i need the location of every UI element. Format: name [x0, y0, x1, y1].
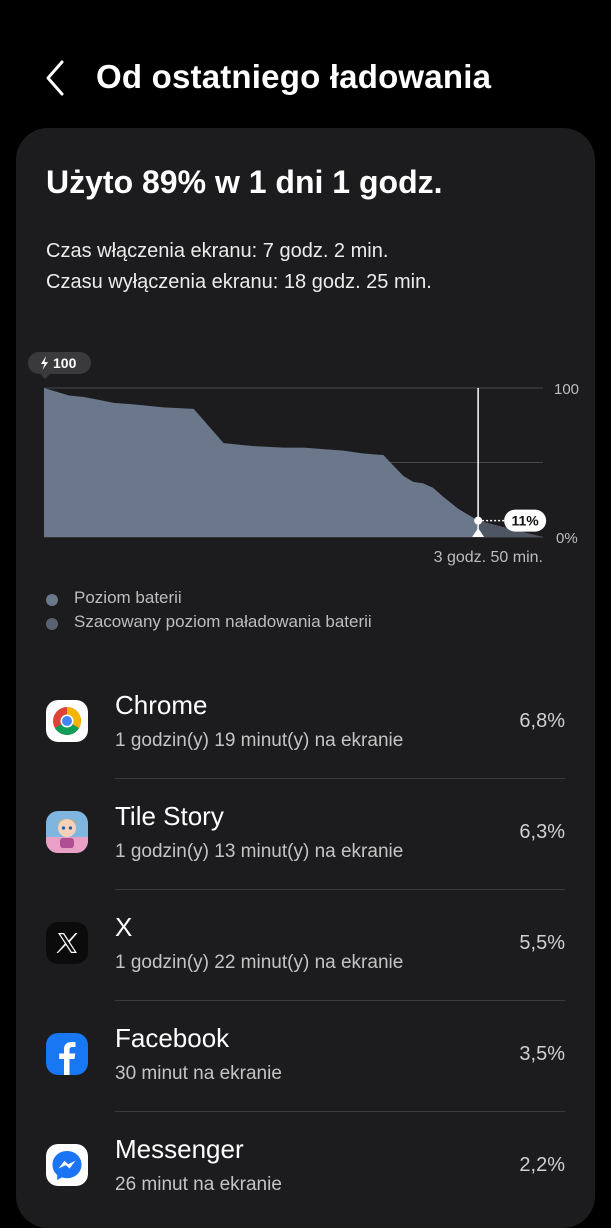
app-usage-list: Chrome 1 godzin(y) 19 minut(y) na ekrani…: [16, 668, 595, 1223]
screen-on-time: Czas włączenia ekranu: 7 godz. 2 min.: [46, 240, 389, 262]
legend-dot: [46, 594, 58, 606]
y-tick-label-100: 100: [554, 381, 579, 398]
back-button[interactable]: [38, 58, 78, 98]
app-screen-time: 26 minut na ekranie: [115, 1174, 282, 1195]
list-item-messenger[interactable]: Messenger 26 minut na ekranie 2,2%: [16, 1112, 595, 1223]
app-screen-time: 1 godzin(y) 19 minut(y) na ekranie: [115, 730, 404, 751]
app-screen-time: 1 godzin(y) 22 minut(y) na ekranie: [115, 952, 404, 973]
app-screen-time: 30 minut na ekranie: [115, 1063, 282, 1084]
app-usage-percent: 2,2%: [519, 1154, 565, 1176]
current-level-label: 11%: [512, 513, 540, 529]
battery-chart-svg: 11% 100 100 0% 3 godz. 50 min.: [27, 352, 579, 566]
app-screen-time: 1 godzin(y) 13 minut(y) na ekranie: [115, 841, 404, 862]
messenger-icon: [46, 1144, 88, 1186]
app-name: X: [115, 912, 133, 942]
screen-off-time: Czasu wyłączenia ekranu: 18 godz. 25 min…: [46, 271, 432, 293]
app-usage-percent: 6,8%: [519, 710, 565, 732]
list-item-x[interactable]: X 1 godzin(y) 22 minut(y) na ekranie 5,5…: [16, 890, 595, 1001]
app-name: Tile Story: [115, 801, 224, 831]
list-item-tile-story[interactable]: Tile Story 1 godzin(y) 13 minut(y) na ek…: [16, 779, 595, 890]
remaining-time-label: 3 godz. 50 min.: [434, 549, 543, 566]
app-usage-percent: 6,3%: [519, 821, 565, 843]
current-level-point: [474, 516, 483, 525]
y-tick-label-0: 0%: [556, 530, 578, 547]
facebook-icon: [46, 1033, 88, 1075]
legend-dot: [46, 618, 58, 630]
page-title: Od ostatniego ładowania: [96, 58, 492, 95]
list-item-chrome[interactable]: Chrome 1 godzin(y) 19 minut(y) na ekrani…: [16, 668, 595, 779]
charge-start-badge-pointer: [40, 374, 50, 379]
chrome-icon: [46, 700, 88, 742]
list-item-facebook[interactable]: Facebook 30 minut na ekranie 3,5%: [16, 1001, 595, 1112]
app-name: Facebook: [115, 1023, 230, 1053]
battery-usage-card: Użyto 89% w 1 dni 1 godz. Czas włączenia…: [16, 128, 595, 1228]
legend-label: Szacowany poziom naładowania baterii: [74, 612, 372, 631]
chevron-left-icon: [46, 60, 64, 96]
tile-story-icon: [46, 811, 88, 853]
legend-label: Poziom baterii: [74, 588, 182, 607]
usage-summary-title: Użyto 89% w 1 dni 1 godz.: [46, 164, 443, 200]
battery-chart: 11% 100 100 0% 3 godz. 50 min.: [16, 338, 595, 578]
charge-start-label: 100: [53, 355, 77, 371]
app-usage-percent: 5,5%: [519, 932, 565, 954]
app-usage-percent: 3,5%: [519, 1043, 565, 1065]
x-icon: [46, 922, 88, 964]
app-name: Chrome: [115, 690, 208, 720]
app-name: Messenger: [115, 1134, 244, 1164]
